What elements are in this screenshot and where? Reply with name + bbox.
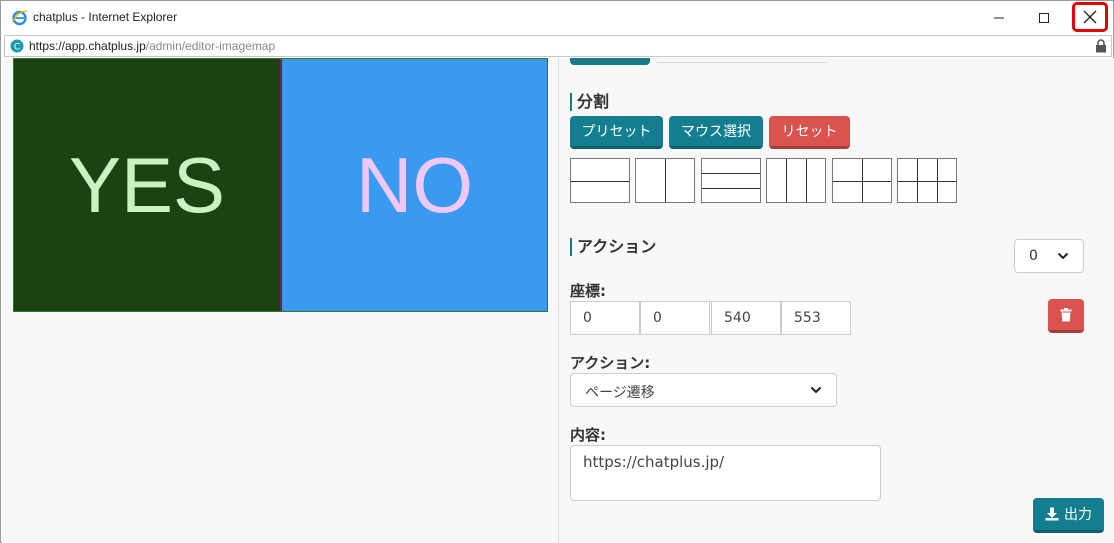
output-button-label: 出力	[1064, 507, 1092, 523]
action-type-value: ページ遷移	[585, 385, 655, 401]
split-layout-2-rows[interactable]	[570, 158, 630, 203]
split-layout-3-rows[interactable]	[701, 158, 761, 203]
lock-icon	[1096, 39, 1106, 53]
delete-area-button[interactable]	[1048, 299, 1084, 333]
site-favicon-icon: C	[10, 39, 24, 53]
title-bar: chatplus - Internet Explorer	[1, 1, 1113, 34]
url-host: https://app.chatplus.jp	[29, 39, 146, 53]
close-icon	[1083, 10, 1097, 24]
address-url: https://app.chatplus.jp/admin/editor-ima…	[29, 39, 275, 53]
area-index-select[interactable]: 0	[1014, 239, 1084, 273]
address-bar[interactable]: C https://app.chatplus.jp/admin/editor-i…	[4, 35, 1112, 57]
area-index-value: 0	[1029, 248, 1038, 264]
chevron-down-icon	[1057, 252, 1069, 260]
action-type-label: アクション:	[570, 354, 651, 372]
minimize-button[interactable]	[976, 1, 1022, 34]
scrolled-divider	[657, 62, 827, 63]
reset-button[interactable]: リセット	[769, 116, 850, 149]
split-layout-2x3-grid[interactable]	[897, 158, 957, 203]
content-label: 内容:	[570, 426, 606, 444]
scrolled-button[interactable]	[570, 58, 650, 65]
area-label-yes: YES	[68, 140, 226, 229]
area-label-no: NO	[356, 140, 473, 229]
svg-text:C: C	[14, 43, 20, 53]
close-button[interactable]	[1072, 2, 1108, 32]
coord-x1-input[interactable]: 0	[570, 301, 640, 335]
split-layout-2-columns[interactable]	[635, 158, 695, 203]
preset-button[interactable]: プリセット	[570, 116, 663, 149]
output-button[interactable]: 出力	[1033, 498, 1104, 533]
chevron-down-icon	[810, 386, 822, 394]
imagemap-area-no[interactable]: NO	[281, 59, 547, 311]
split-heading: 分割	[570, 93, 609, 111]
coordinates-label: 座標:	[570, 282, 606, 300]
split-layout-3-columns[interactable]	[766, 158, 826, 203]
action-type-select[interactable]: ページ遷移	[570, 373, 837, 407]
url-path: /admin/editor-imagemap	[145, 39, 276, 53]
action-heading: アクション	[570, 238, 656, 256]
imagemap-area-yes[interactable]: YES	[14, 59, 281, 311]
split-layout-2x2-grid[interactable]	[832, 158, 892, 203]
coord-y2-input[interactable]: 553	[781, 301, 851, 335]
coord-x2-input[interactable]: 540	[711, 301, 781, 335]
trash-icon	[1060, 307, 1072, 321]
imagemap-preview: YES NO	[13, 58, 548, 312]
download-icon	[1045, 507, 1059, 521]
content-url-textarea[interactable]: https://chatplus.jp/	[570, 445, 881, 501]
maximize-icon	[1039, 12, 1049, 23]
editor-content: YES NO 分割 プリセット マウス選択 リセット アクション 0 座標: 0…	[2, 58, 1114, 543]
internet-explorer-icon	[11, 10, 28, 26]
maximize-button[interactable]	[1021, 1, 1067, 34]
browser-window: chatplus - Internet Explorer C https://a…	[0, 0, 1114, 543]
minimize-icon	[994, 17, 1004, 18]
window-title: chatplus - Internet Explorer	[33, 10, 178, 24]
mouse-select-button[interactable]: マウス選択	[669, 116, 763, 149]
panel-divider	[558, 58, 559, 543]
coord-y1-input[interactable]: 0	[640, 301, 710, 335]
